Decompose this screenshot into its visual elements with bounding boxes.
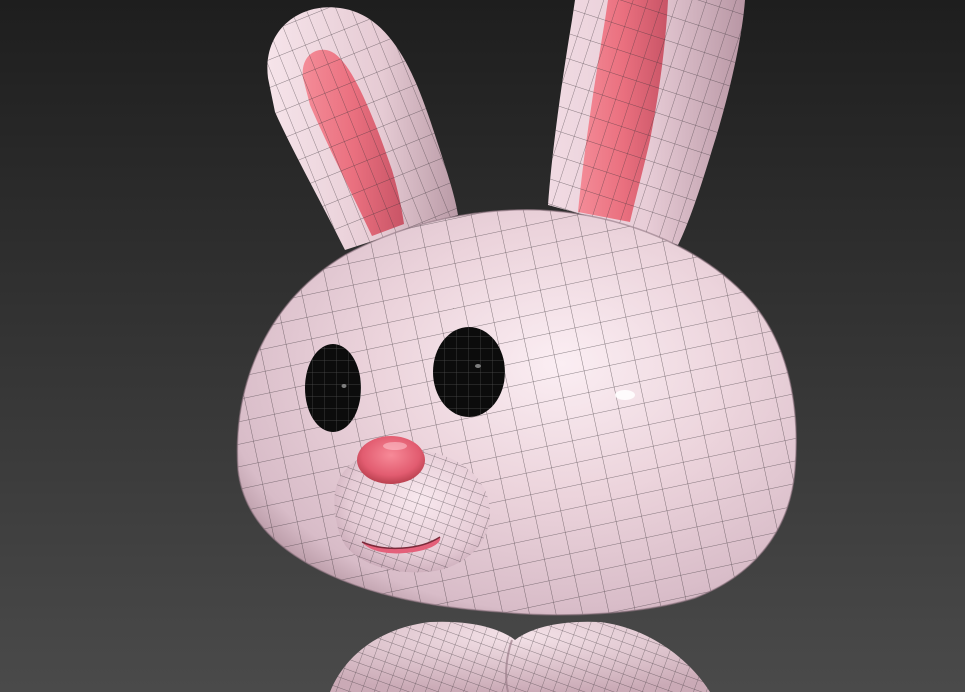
left-eye[interactable] [305, 344, 361, 432]
bunny-render [0, 0, 965, 692]
specular-highlight [615, 390, 635, 400]
right-eye[interactable] [433, 327, 505, 417]
nose[interactable] [357, 436, 425, 484]
3d-viewport[interactable] [0, 0, 965, 692]
